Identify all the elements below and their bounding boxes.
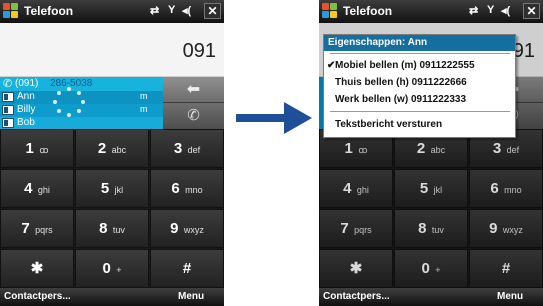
key-5[interactable]: 5 jkl	[75, 169, 149, 208]
dial-keypad: 1 ꝏ 2 abc 3 def 4 ghi 5 jkl 6 mno 7 pqrs…	[0, 129, 224, 288]
menu-item-call-work[interactable]: Werk bellen (w) 0911222333	[324, 91, 515, 108]
softkey-bar: Contactpers... Menu	[0, 288, 224, 306]
menu-divider	[330, 53, 510, 54]
key-digit: 6	[171, 180, 180, 197]
key-2[interactable]: 2 abc	[75, 129, 149, 168]
key-letters: def	[187, 145, 201, 155]
key-digit: #	[182, 260, 192, 277]
key-letters: mno	[185, 185, 203, 195]
key-hash[interactable]: #	[150, 249, 224, 288]
windows-start-icon[interactable]	[322, 3, 338, 19]
contact-name: Bob	[17, 117, 35, 128]
backspace-button[interactable]: ⬅	[163, 77, 224, 103]
key-digit: 0	[102, 260, 111, 277]
volume-icon[interactable]: ◂(	[182, 4, 191, 17]
dialed-number-display: 091	[0, 23, 224, 77]
key-digit: 3	[173, 140, 183, 157]
menu-softkey[interactable]: Menu	[497, 291, 523, 302]
app-title: Telefoon	[24, 4, 74, 18]
menu-divider	[330, 111, 510, 112]
menu-header: Eigenschappen: Ann	[324, 35, 515, 51]
sync-icon[interactable]: ⇄	[469, 4, 478, 17]
key-6[interactable]: 6 mno	[150, 169, 224, 208]
key-digit: 1	[25, 140, 34, 157]
contact-name: Billy	[17, 104, 36, 115]
close-button[interactable]: ✕	[204, 3, 221, 19]
signal-icon[interactable]: Y	[487, 4, 494, 16]
menu-item-label: Tekstbericht versturen	[335, 119, 443, 130]
suggestion-number-prefix: (091)	[15, 78, 39, 89]
right-arrow-icon	[236, 102, 312, 134]
contact-type-tag: m	[140, 91, 148, 101]
title-bar: Telefoon ⇄ Y ◂( ✕	[319, 0, 543, 23]
menu-item-label: Werk bellen (w) 0911222333	[335, 94, 467, 105]
key-4[interactable]: 4 ghi	[0, 169, 74, 208]
key-3[interactable]: 3 def	[150, 129, 224, 168]
phone-icon: ✆	[3, 78, 13, 90]
softkey-bar: Contactpers... Menu	[319, 288, 543, 306]
key-7[interactable]: 7 pqrs	[0, 209, 74, 248]
key-1[interactable]: 1 ꝏ	[0, 129, 74, 168]
contact-card-icon	[2, 118, 14, 128]
menu-softkey[interactable]: Menu	[178, 291, 204, 302]
voicemail-icon: ꝏ	[39, 145, 49, 155]
key-digit: ✱	[30, 260, 44, 277]
key-star[interactable]: ✱	[0, 249, 74, 288]
menu-item-call-home[interactable]: Thuis bellen (h) 0911222666	[324, 74, 515, 91]
context-menu: Eigenschappen: Ann ✔ Mobiel bellen (m) 0…	[323, 34, 516, 138]
signal-icon[interactable]: Y	[168, 4, 175, 16]
contact-card-icon	[2, 105, 14, 115]
key-letters: ghi	[37, 185, 50, 195]
key-digit: 7	[21, 220, 30, 237]
sync-icon[interactable]: ⇄	[150, 4, 159, 17]
contact-name: Ann	[17, 91, 35, 102]
key-digit: 9	[170, 220, 179, 237]
busy-spinner-icon	[52, 87, 86, 117]
close-button[interactable]: ✕	[523, 3, 540, 19]
key-letters: pqrs	[35, 225, 53, 235]
side-buttons: ⬅ ✆	[163, 77, 224, 129]
key-digit: 2	[97, 140, 107, 157]
key-letters: jkl	[114, 185, 124, 195]
key-digit: 8	[99, 220, 108, 237]
volume-icon[interactable]: ◂(	[501, 4, 510, 17]
menu-item-label: Mobiel bellen (m) 0911222555	[335, 60, 475, 71]
key-letters: abc	[111, 145, 127, 155]
key-digit: 5	[100, 180, 110, 197]
key-letters: wxyz	[183, 225, 204, 235]
dialed-number: 091	[182, 40, 216, 62]
contacts-softkey[interactable]: Contactpers...	[4, 291, 71, 302]
key-0[interactable]: 0 +	[75, 249, 149, 288]
key-9[interactable]: 9 wxyz	[150, 209, 224, 248]
key-digit: 4	[24, 180, 33, 197]
app-title: Telefoon	[343, 4, 393, 18]
title-bar: Telefoon ⇄ Y ◂( ✕	[0, 0, 224, 23]
menu-item-send-text[interactable]: Tekstbericht versturen	[324, 116, 515, 133]
contact-type-tag: m	[140, 104, 148, 114]
menu-item-call-mobile[interactable]: ✔ Mobiel bellen (m) 0911222555	[324, 57, 515, 74]
key-letters: tuv	[112, 225, 125, 235]
phone-screen-left: Telefoon ⇄ Y ◂( ✕ 091 ✆ (091) 286-5038 A…	[0, 0, 224, 306]
phone-screen-right: Telefoon ⇄ Y ◂( ✕ 091 ⬅ ✆ 1 ꝏ 2 abc 3 de…	[319, 0, 543, 306]
contact-card-icon	[2, 92, 14, 102]
key-8[interactable]: 8 tuv	[75, 209, 149, 248]
windows-start-icon[interactable]	[3, 3, 19, 19]
key-letters: +	[116, 265, 122, 275]
contacts-softkey[interactable]: Contactpers...	[323, 291, 390, 302]
menu-item-label: Thuis bellen (h) 0911222666	[335, 77, 467, 88]
talk-button[interactable]: ✆	[163, 103, 224, 129]
